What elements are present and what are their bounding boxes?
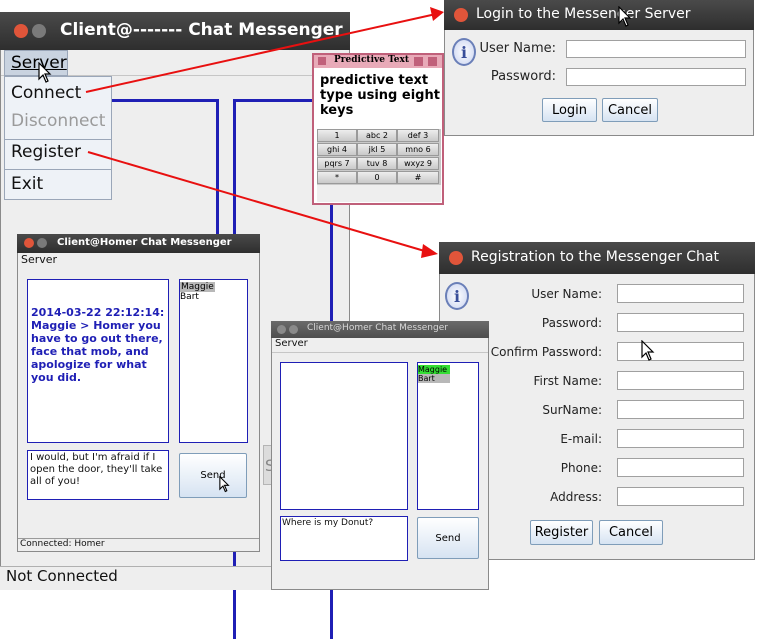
arrow-connect-to-login bbox=[85, 13, 437, 93]
arrowhead-login bbox=[430, 7, 444, 21]
arrow-register-to-registration bbox=[87, 151, 429, 253]
annotation-arrows bbox=[85, 7, 444, 258]
arrowhead-registration bbox=[421, 244, 438, 258]
